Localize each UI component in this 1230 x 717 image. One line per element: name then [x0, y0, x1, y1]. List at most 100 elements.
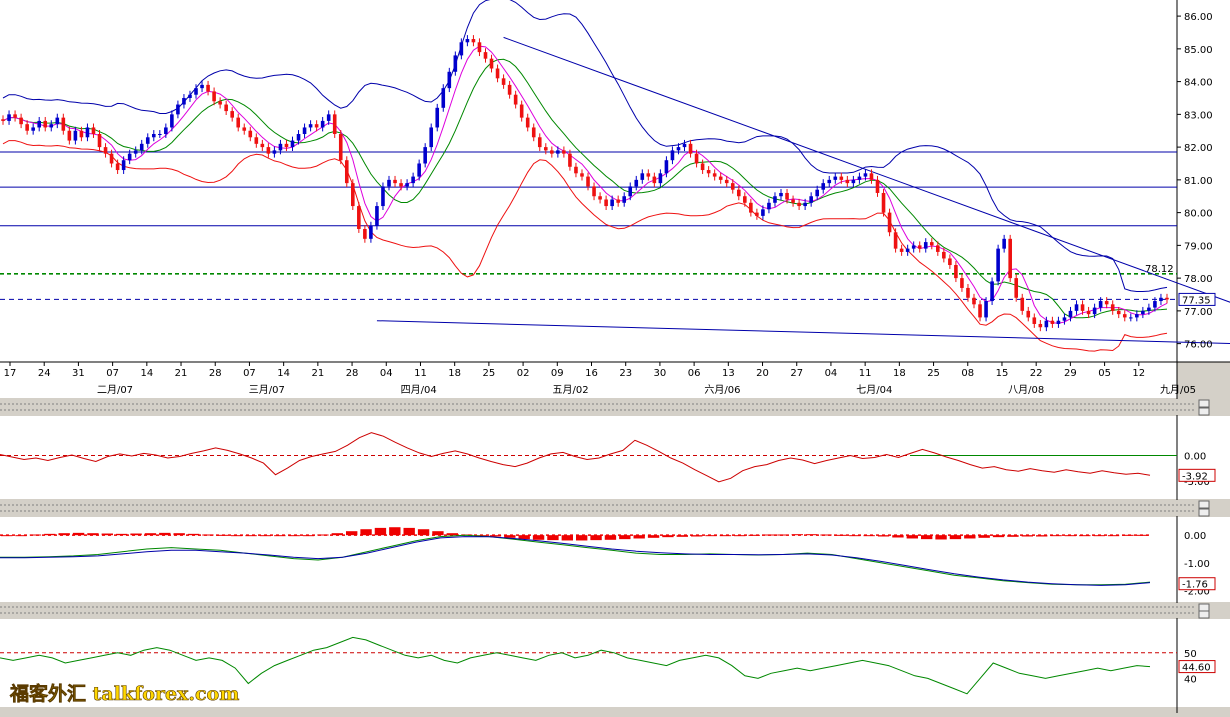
restore-panel-icon[interactable] [1198, 603, 1210, 612]
candle-body [1032, 317, 1037, 324]
candle-body [483, 52, 488, 59]
candle-body [984, 301, 988, 318]
macd-histogram-bar [619, 535, 631, 540]
macd-histogram-bar [791, 534, 803, 536]
macd-histogram-bar [1021, 535, 1033, 537]
candle-body [1044, 320, 1049, 328]
date-tick-label: 29 [1064, 368, 1077, 379]
candle-body [525, 117, 530, 128]
candle-body [206, 84, 210, 92]
close-panel-icon[interactable] [1198, 610, 1210, 619]
macd-histogram-bar [762, 534, 775, 536]
candle-body [67, 130, 72, 141]
candle-body [1110, 304, 1115, 311]
panel-separator[interactable] [0, 603, 1230, 619]
candle-body [791, 199, 795, 203]
candle-body [55, 117, 60, 125]
candle-body [954, 265, 958, 279]
oscillator-axis-label: 0.00 [1184, 451, 1206, 462]
candle-body [363, 228, 367, 239]
date-tick-label: 04 [380, 368, 393, 379]
macd-histogram-bar [374, 527, 387, 536]
candle-body [1056, 320, 1061, 324]
candle-body [1128, 317, 1133, 319]
macd-histogram-bar [777, 534, 789, 536]
candle-body [332, 114, 337, 135]
price-axis-label: 76.00 [1184, 340, 1213, 351]
macd-histogram-bar [331, 533, 343, 536]
macd-histogram-bar [978, 535, 990, 538]
date-tick-label: 08 [961, 368, 974, 379]
macd-histogram-bar [647, 535, 660, 538]
macd-histogram-bar [877, 535, 890, 537]
macd-histogram-bar [259, 535, 272, 537]
candle-body [604, 199, 608, 207]
candle-body [1092, 307, 1097, 315]
candle-body [260, 143, 265, 148]
candle-body [465, 39, 470, 43]
candle-body [978, 304, 982, 318]
close-panel-icon[interactable] [1198, 407, 1210, 416]
price-axis-label: 77.00 [1184, 307, 1213, 318]
candle-body [79, 130, 84, 138]
macd-histogram-bar [446, 533, 458, 536]
candle-body [218, 101, 222, 105]
date-tick-label: 21 [311, 368, 324, 379]
restore-panel-icon[interactable] [1198, 399, 1210, 408]
macd-histogram-bar [906, 535, 918, 539]
candle-body [936, 245, 940, 252]
macd-histogram-bar [892, 535, 904, 538]
candle-body [881, 192, 886, 213]
close-panel-icon[interactable] [1198, 508, 1210, 517]
macd-histogram-bar [590, 535, 602, 541]
candle-body [730, 183, 735, 190]
candle-body [743, 196, 747, 203]
candle-body [326, 114, 331, 121]
candle-body [724, 179, 729, 184]
macd-histogram-bar [58, 533, 70, 536]
candle-body [429, 127, 434, 148]
candle-body [1062, 317, 1067, 321]
candle-body [628, 186, 633, 197]
candle-body [779, 192, 783, 197]
candle-body [296, 134, 301, 141]
macd-histogram-bar [130, 533, 142, 536]
candle-body [164, 127, 168, 135]
candle-body [833, 176, 838, 180]
price-axis-label: 82.00 [1184, 143, 1213, 154]
candle-body [688, 143, 693, 154]
candle-body [145, 137, 150, 144]
date-tick-label: 09 [551, 368, 564, 379]
candle-body [616, 199, 620, 203]
candle-body [1116, 310, 1121, 315]
restore-panel-icon[interactable] [1198, 500, 1210, 509]
date-tick-label: 14 [140, 368, 153, 379]
candle-body [640, 173, 645, 180]
candle-body [176, 104, 180, 115]
candle-body [1020, 297, 1025, 311]
candle-body [1147, 307, 1151, 311]
macd-histogram-bar [1050, 535, 1062, 537]
date-tick-label: 22 [1030, 368, 1043, 379]
macd-histogram-bar [302, 535, 315, 537]
candle-body [869, 173, 874, 180]
panel-separator[interactable] [0, 399, 1230, 416]
macd-histogram-bar [748, 534, 760, 536]
candle-body [749, 202, 753, 213]
macd-histogram-bar [87, 533, 99, 536]
candle-body [73, 130, 78, 141]
panel-separator[interactable] [0, 500, 1230, 517]
candle-body [917, 245, 922, 249]
macd-histogram-bar [245, 535, 257, 537]
candle-body [194, 88, 198, 95]
candle-body [441, 88, 446, 108]
macd-histogram-bar [691, 535, 703, 537]
macd-histogram-bar [216, 534, 228, 536]
candle-body [158, 134, 162, 136]
candle-body [338, 134, 343, 161]
candle-body [49, 124, 54, 128]
candle-body [857, 176, 862, 180]
date-tick-label: 12 [1132, 368, 1145, 379]
macd-histogram-bar [806, 534, 818, 536]
oscillator-value-label: -3.92 [1182, 471, 1208, 482]
